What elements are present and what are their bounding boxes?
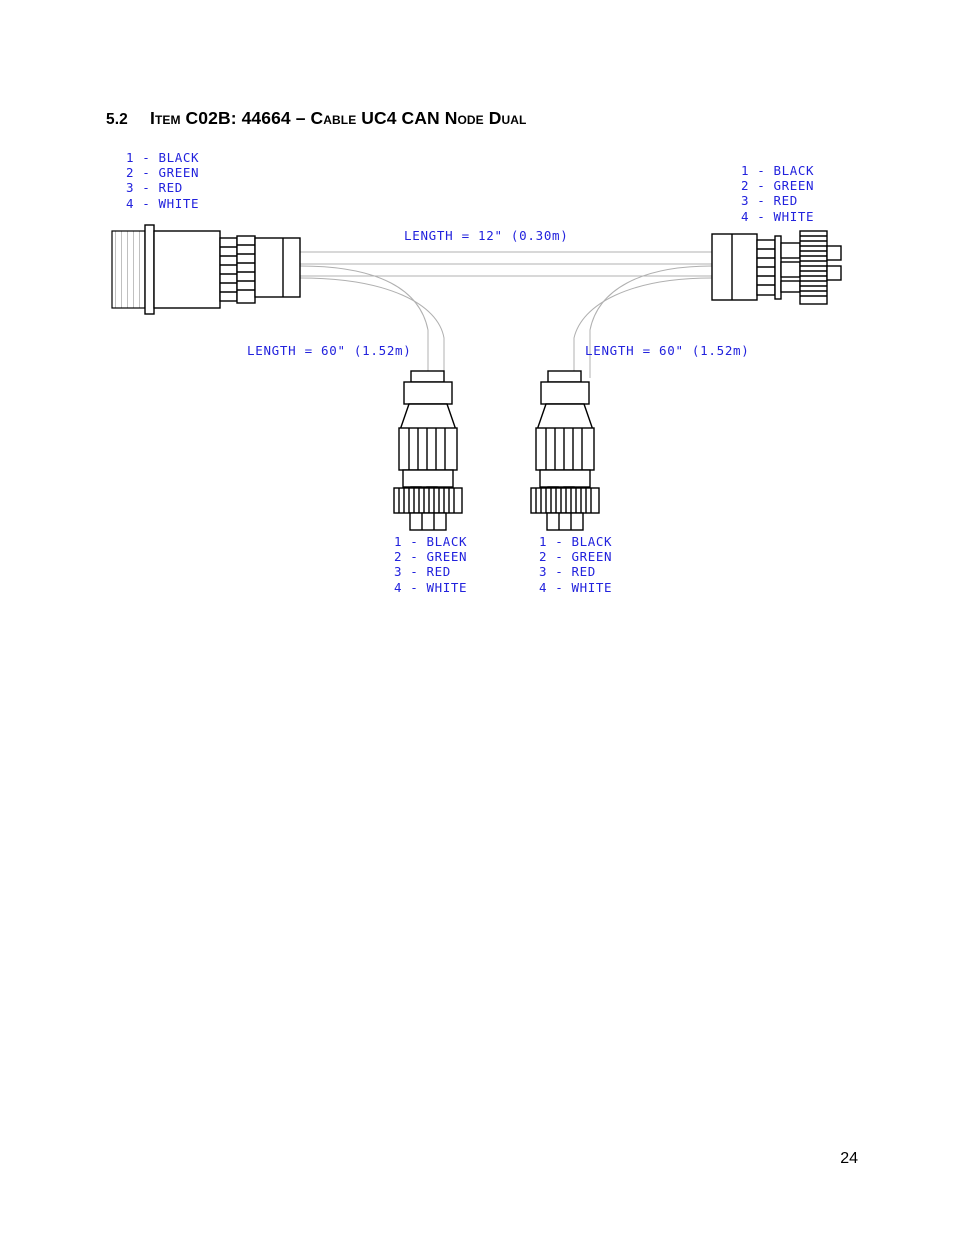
connector-left-body — [153, 230, 221, 309]
branch-right-knurled-nut — [530, 487, 600, 514]
length-label-branch-right: LENGTH = 60" (1.52m) — [585, 343, 750, 358]
pin-legend-top-left: 1 - BLACK 2 - GREEN 3 - RED 4 - WHITE — [126, 150, 200, 211]
branch-left-cap-top — [410, 370, 445, 383]
page-number: 24 — [840, 1150, 858, 1167]
connector-right-backshell — [711, 233, 758, 301]
connector-right-ribs — [756, 239, 776, 296]
length-label-branch-left: LENGTH = 60" (1.52m) — [247, 343, 412, 358]
connector-left-flange — [144, 224, 155, 315]
pin-legend-bottom-left: 1 - BLACK 2 - GREEN 3 - RED 4 - WHITE — [394, 534, 468, 595]
connector-right-pin-blocks — [780, 242, 801, 293]
branch-left-knurled-nut — [393, 487, 463, 514]
branch-right-collar — [539, 469, 591, 488]
connector-right-plug — [711, 230, 842, 305]
branch-left-ribs — [398, 427, 458, 471]
branch-right-cap — [540, 381, 590, 405]
connector-left-bulkhead — [111, 224, 301, 315]
connector-right-knurled-nut — [799, 230, 828, 305]
connector-left-ribs — [219, 237, 238, 302]
branch-left-cap — [403, 381, 453, 405]
connector-branch-left — [393, 370, 463, 531]
pin-legend-bottom-right: 1 - BLACK 2 - GREEN 3 - RED 4 - WHITE — [539, 534, 613, 595]
length-label-trunk: LENGTH = 12" (0.30m) — [404, 228, 569, 243]
connector-branch-right — [530, 370, 600, 531]
branch-left-collar — [402, 469, 454, 488]
branch-right-ribs — [535, 427, 595, 471]
branch-cable-right — [573, 265, 713, 378]
connector-right-collar — [774, 235, 782, 300]
branch-left-end-block — [409, 512, 447, 531]
connector-left-backshell — [254, 237, 301, 298]
connector-right-end-blocks — [826, 245, 842, 281]
cable-group — [299, 251, 713, 378]
branch-cable-left — [299, 265, 445, 378]
branch-right-cap-top — [547, 370, 582, 383]
pin-legend-top-right: 1 - BLACK 2 - GREEN 3 - RED 4 - WHITE — [741, 163, 815, 224]
connector-left-cap — [111, 230, 146, 309]
branch-right-end-block — [546, 512, 584, 531]
connector-left-rib-block — [236, 235, 256, 304]
